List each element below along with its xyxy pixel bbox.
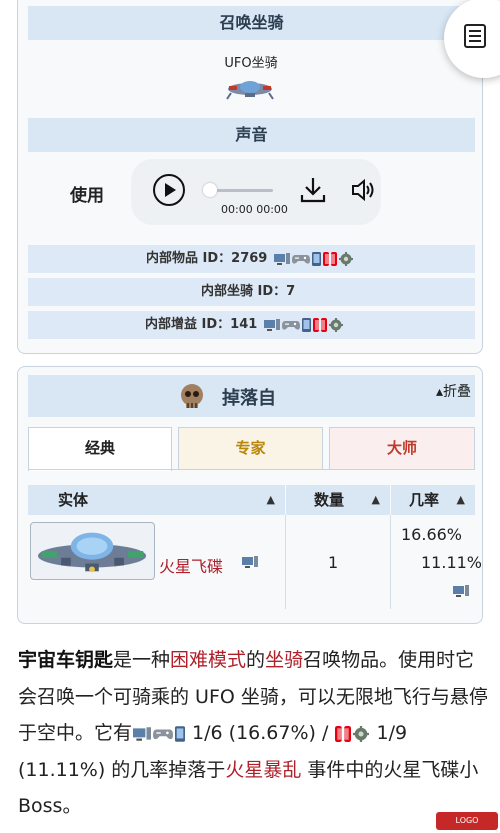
sort-icon[interactable]: ▲	[457, 485, 465, 515]
gamepad-icon	[281, 320, 300, 330]
drop-rate-1: 16.66%	[401, 525, 463, 544]
internal-mount-id-value: 7	[286, 284, 296, 299]
collapse-toggle[interactable]: ▴折叠	[436, 381, 471, 401]
internal-item-id-label: 内部物品 ID：	[146, 251, 232, 266]
seek-bar[interactable]	[209, 189, 273, 192]
martian-madness-link[interactable]: 火星暴乱	[225, 759, 301, 781]
column-divider	[390, 515, 391, 609]
mount-link[interactable]: 坐骑	[265, 649, 303, 671]
item-name: UFO坐骑	[224, 56, 278, 71]
pc-icon	[263, 318, 280, 331]
item-title: 宇宙车钥匙	[18, 649, 114, 671]
tab-master[interactable]: 大师	[329, 427, 475, 469]
pc-icon	[133, 726, 152, 741]
internal-item-id-value: 2769	[231, 251, 268, 266]
column-header-entity[interactable]: 实体 ▲	[28, 485, 285, 515]
gear-icon	[338, 251, 353, 266]
paragraph-text: 1/6 (16.67%) /	[186, 722, 335, 744]
drop-source-title: 掉落自	[222, 388, 276, 409]
audio-player: 00:00 00:00	[131, 159, 381, 225]
play-icon[interactable]	[153, 174, 185, 206]
page: 召唤坐骑 UFO坐骑 声音 使用 00:00 00:00 内部物品 ID：276…	[0, 0, 500, 833]
entity-name-link[interactable]: 火星飞碟	[159, 553, 223, 577]
internal-buff-id-value: 141	[230, 317, 258, 332]
column-rate-label: 几率	[409, 491, 440, 509]
summon-mount-header: 召唤坐骑	[28, 6, 475, 40]
pc-icon	[453, 585, 469, 597]
tab-expert[interactable]: 专家	[178, 427, 323, 469]
drop-source-header: 掉落自 ▴折叠	[28, 375, 475, 417]
internal-buff-id-row: 内部增益 ID：141	[28, 311, 475, 339]
download-icon[interactable]	[298, 175, 328, 205]
gear-icon	[328, 317, 343, 332]
drop-quantity: 1	[328, 553, 339, 572]
switch-icon	[335, 725, 352, 742]
watermark-logo: LOGO	[436, 812, 498, 830]
hardmode-link[interactable]: 困难模式	[170, 649, 246, 671]
martian-saucer-image[interactable]	[30, 522, 155, 580]
gamepad-icon	[153, 729, 174, 739]
volume-icon[interactable]	[351, 177, 375, 203]
column-divider	[285, 515, 286, 609]
mobile-icon	[175, 725, 186, 742]
seek-knob[interactable]	[203, 183, 217, 197]
infobox-card: 召唤坐骑 UFO坐骑 声音 使用 00:00 00:00 内部物品 ID：276…	[17, 0, 483, 354]
mobile-icon	[301, 317, 311, 332]
gamepad-icon	[291, 254, 310, 264]
internal-mount-id-label: 内部坐骑 ID：	[201, 284, 287, 299]
gear-icon	[353, 725, 370, 742]
use-sound-label: 使用	[70, 186, 104, 206]
tab-classic[interactable]: 经典	[28, 427, 172, 471]
internal-item-id-row: 内部物品 ID：2769	[28, 245, 475, 273]
time-display: 00:00 00:00	[221, 203, 288, 216]
internal-mount-id-row: 内部坐骑 ID：7	[28, 278, 475, 306]
pc-icon	[273, 252, 290, 265]
column-header-rate[interactable]: 几率 ▲	[391, 485, 475, 515]
list-icon	[464, 24, 486, 48]
sort-icon[interactable]: ▲	[372, 485, 380, 515]
tab-divider	[28, 469, 475, 470]
pc-icon	[242, 556, 258, 568]
paragraph-text: 的	[246, 649, 266, 671]
drop-rate-2: 11.11%	[421, 553, 483, 572]
switch-icon	[312, 317, 327, 332]
mobile-icon	[311, 251, 321, 266]
skull-icon	[181, 384, 203, 408]
sound-header: 声音	[28, 118, 475, 152]
ufo-mount-image	[226, 81, 274, 100]
column-quantity-label: 数量	[314, 491, 345, 509]
description-paragraph: 宇宙车钥匙是一种困难模式的坐骑召唤物品。使用时它会召唤一个可骑乘的 UFO 坐骑…	[18, 642, 488, 825]
column-entity-label: 实体	[58, 491, 89, 509]
internal-buff-id-label: 内部增益 ID：	[145, 317, 231, 332]
paragraph-text: 是一种	[113, 649, 171, 671]
switch-icon	[322, 251, 337, 266]
sort-icon[interactable]: ▲	[267, 485, 275, 515]
column-header-quantity[interactable]: 数量 ▲	[286, 485, 390, 515]
drop-source-card: 掉落自 ▴折叠 经典 专家 大师 实体 ▲ 数量 ▲ 几率 ▲ 火星飞碟 1 16.6…	[17, 366, 483, 624]
